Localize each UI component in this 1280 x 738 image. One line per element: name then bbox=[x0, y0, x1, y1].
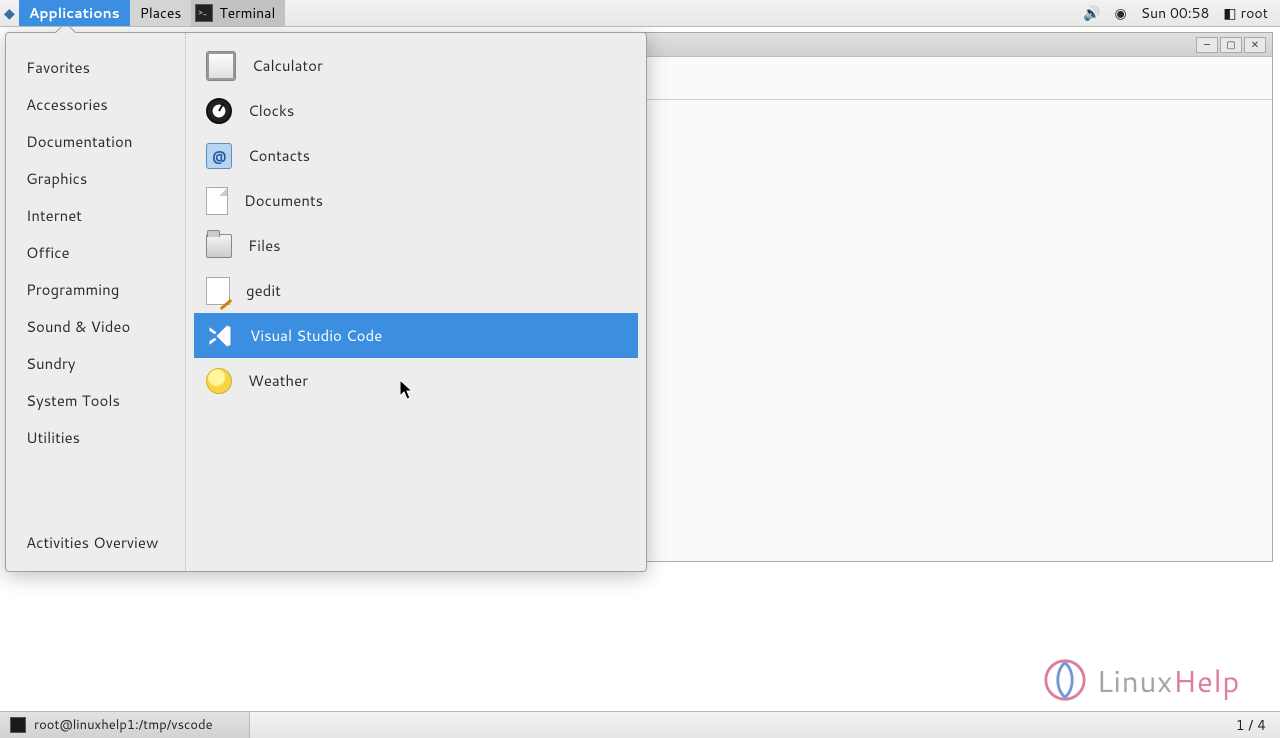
app-label: Weather bbox=[248, 370, 308, 391]
gedit-icon bbox=[206, 277, 230, 305]
category-graphics[interactable]: Graphics bbox=[6, 160, 185, 197]
app-contacts[interactable]: Contacts bbox=[194, 133, 638, 178]
applications-menu-button[interactable]: Applications bbox=[19, 0, 130, 26]
category-office[interactable]: Office bbox=[6, 234, 185, 271]
user-name: root bbox=[1241, 3, 1268, 23]
category-programming[interactable]: Programming bbox=[6, 271, 185, 308]
taskbar-terminal[interactable]: root@linuxhelp1:/tmp/vscode bbox=[0, 712, 250, 738]
app-label: Files bbox=[248, 235, 281, 256]
app-label: Contacts bbox=[248, 145, 310, 166]
clock[interactable]: Sun 00:58 bbox=[1141, 3, 1210, 23]
bottom-panel: root@linuxhelp1:/tmp/vscode 1 / 4 bbox=[0, 711, 1280, 738]
documents-icon bbox=[206, 187, 228, 215]
taskbar-terminal-icon bbox=[10, 717, 26, 733]
app-gedit[interactable]: gedit bbox=[194, 268, 638, 313]
panel-right: 🔊 ◉ Sun 00:58 ◧ root bbox=[1083, 0, 1280, 26]
applications-menu: Favorites Accessories Documentation Grap… bbox=[5, 32, 647, 572]
weather-icon bbox=[206, 368, 232, 394]
user-status-icon: ◧ bbox=[1223, 3, 1236, 23]
taskbar-terminal-label: root@linuxhelp1:/tmp/vscode bbox=[34, 716, 213, 734]
panel-left: ◆ Applications Places Terminal bbox=[0, 0, 285, 26]
category-favorites[interactable]: Favorites bbox=[6, 49, 185, 86]
terminal-panel-button[interactable]: Terminal bbox=[191, 0, 285, 26]
clock-icon bbox=[206, 98, 232, 124]
app-documents[interactable]: Documents bbox=[194, 178, 638, 223]
app-clocks[interactable]: Clocks bbox=[194, 88, 638, 133]
files-icon bbox=[206, 234, 232, 258]
app-label: Visual Studio Code bbox=[250, 325, 382, 346]
menu-applications: Calculator Clocks Contacts Documents Fil… bbox=[186, 33, 646, 571]
category-internet[interactable]: Internet bbox=[6, 197, 185, 234]
top-panel: ◆ Applications Places Terminal 🔊 ◉ Sun 0… bbox=[0, 0, 1280, 27]
category-system-tools[interactable]: System Tools bbox=[6, 382, 185, 419]
watermark-text: LinuxHelp bbox=[1096, 659, 1240, 702]
app-label: Clocks bbox=[248, 100, 294, 121]
menu-categories: Favorites Accessories Documentation Grap… bbox=[6, 33, 186, 571]
app-label: Calculator bbox=[252, 55, 323, 76]
user-menu[interactable]: ◧ root bbox=[1223, 3, 1268, 23]
app-visual-studio-code[interactable]: Visual Studio Code bbox=[194, 313, 638, 358]
terminal-icon bbox=[195, 4, 213, 22]
minimize-button[interactable]: ─ bbox=[1196, 37, 1218, 53]
app-weather[interactable]: Weather bbox=[194, 358, 638, 403]
gnome-logo-icon: ◆ bbox=[0, 0, 19, 26]
app-calculator[interactable]: Calculator bbox=[194, 43, 638, 88]
category-accessories[interactable]: Accessories bbox=[6, 86, 185, 123]
close-button[interactable]: ✕ bbox=[1244, 37, 1266, 53]
app-label: Documents bbox=[244, 190, 323, 211]
category-sundry[interactable]: Sundry bbox=[6, 345, 185, 382]
maximize-button[interactable]: ▢ bbox=[1220, 37, 1242, 53]
terminal-label: Terminal bbox=[219, 3, 275, 23]
category-documentation[interactable]: Documentation bbox=[6, 123, 185, 160]
linuxhelp-watermark: LinuxHelp bbox=[1042, 657, 1240, 703]
workspace-pager[interactable]: 1 / 4 bbox=[1222, 712, 1280, 738]
desktop: :/tmp/vscode ─ ▢ ✕ hare/applications/ Fa… bbox=[0, 27, 1280, 711]
category-sound-video[interactable]: Sound & Video bbox=[6, 308, 185, 345]
activities-overview[interactable]: Activities Overview bbox=[6, 524, 185, 561]
linuxhelp-logo-icon bbox=[1042, 657, 1088, 703]
app-label: gedit bbox=[246, 280, 281, 301]
volume-icon[interactable]: 🔊 bbox=[1083, 3, 1100, 23]
accessibility-icon[interactable]: ◉ bbox=[1115, 3, 1127, 23]
vscode-icon bbox=[206, 322, 234, 350]
category-utilities[interactable]: Utilities bbox=[6, 419, 185, 456]
calculator-icon bbox=[206, 51, 236, 81]
contacts-icon bbox=[206, 143, 232, 169]
app-files[interactable]: Files bbox=[194, 223, 638, 268]
places-menu-button[interactable]: Places bbox=[130, 0, 192, 26]
